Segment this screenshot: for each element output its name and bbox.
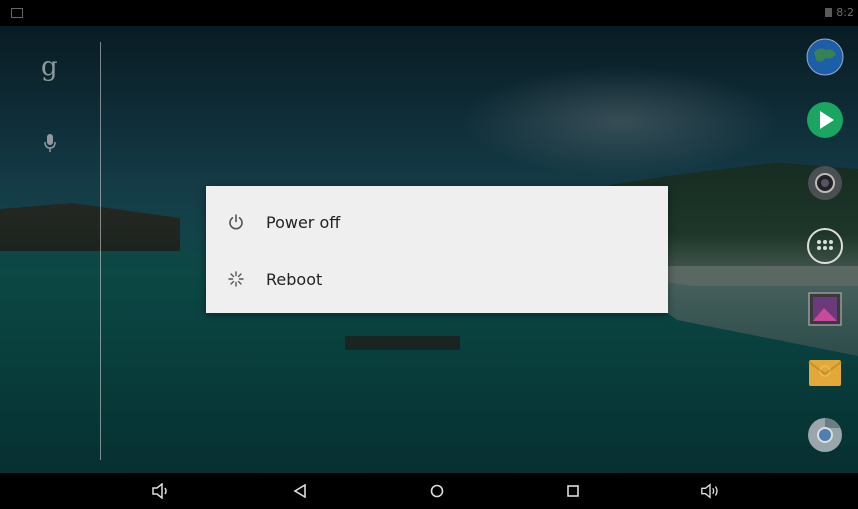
- camera-icon[interactable]: [806, 164, 844, 202]
- power-menu-dialog: Power off Reboot: [206, 186, 668, 313]
- volume-up-icon[interactable]: [700, 481, 720, 501]
- recents-icon[interactable]: [563, 481, 583, 501]
- volume-down-icon[interactable]: [150, 481, 170, 501]
- gallery-icon[interactable]: [806, 290, 844, 328]
- reboot-icon: [226, 269, 246, 289]
- navigation-bar: [0, 473, 858, 509]
- power-off-label: Power off: [266, 212, 341, 232]
- status-time: 8:2: [836, 6, 854, 19]
- home-icon[interactable]: [427, 481, 447, 501]
- browser-icon[interactable]: [806, 38, 844, 76]
- back-icon[interactable]: [290, 481, 310, 501]
- search-bar-divider: [100, 42, 101, 460]
- play-store-icon[interactable]: [806, 101, 844, 139]
- app-drawer-icon[interactable]: [806, 227, 844, 265]
- google-search-icon[interactable]: g: [41, 52, 58, 82]
- android-screen: 8:2 g Power off Reboot: [0, 0, 858, 509]
- power-off-option[interactable]: Power off: [206, 193, 668, 251]
- reboot-option[interactable]: Reboot: [206, 250, 668, 308]
- battery-icon: [825, 8, 833, 17]
- chrome-icon[interactable]: [806, 416, 844, 454]
- email-icon[interactable]: [806, 353, 844, 391]
- screenshot-notification-icon: [11, 8, 23, 18]
- power-icon: [226, 212, 246, 232]
- status-right: 8:2: [825, 6, 854, 19]
- reboot-label: Reboot: [266, 269, 323, 289]
- status-bar: 8:2: [0, 0, 858, 26]
- voice-search-icon[interactable]: [44, 134, 56, 156]
